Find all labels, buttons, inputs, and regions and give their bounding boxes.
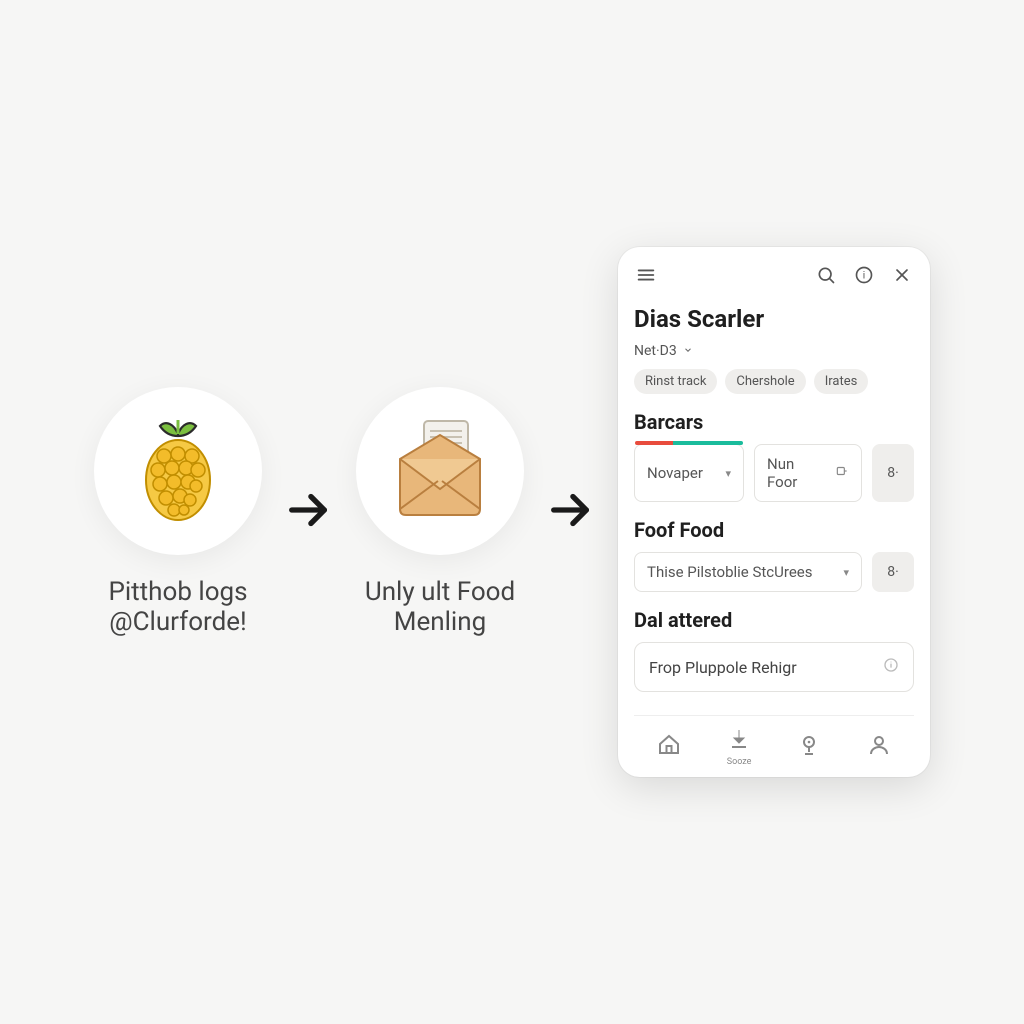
arrow-2-icon bbox=[548, 487, 594, 537]
menu-icon[interactable] bbox=[634, 263, 658, 287]
chip-row: Rinst track Chershole Irates bbox=[634, 369, 914, 394]
step-2-icon-circle bbox=[356, 387, 524, 555]
step-1-icon-circle bbox=[94, 387, 262, 555]
screen-title: Dias Scarler bbox=[634, 305, 914, 333]
net-dropdown-label: Net·D3 bbox=[634, 343, 677, 359]
step-1-caption: Pitthob logs @Clurforde! bbox=[108, 577, 247, 637]
info-icon bbox=[883, 657, 899, 677]
step-2-caption-line1: Unly ult Food bbox=[365, 577, 515, 607]
app-screen: i Dias Scarler Net·D3 Rinst track Chersh… bbox=[618, 247, 930, 777]
section-dal-title: Dal attered bbox=[634, 608, 914, 632]
step-1: Pitthob logs @Clurforde! bbox=[94, 387, 262, 637]
svg-text:i: i bbox=[863, 270, 865, 281]
home-icon bbox=[657, 733, 681, 761]
search-icon[interactable] bbox=[814, 263, 838, 287]
bottom-nav: Sooze bbox=[634, 715, 914, 777]
dal-list-item[interactable]: Frop Pluppole Rehigr bbox=[634, 642, 914, 692]
novaper-select[interactable]: Novaper ▾ bbox=[634, 444, 744, 502]
barcars-square-label: 8 bbox=[887, 465, 895, 481]
help-icon[interactable]: i bbox=[852, 263, 876, 287]
chip-chershole[interactable]: Chershole bbox=[725, 369, 805, 394]
net-dropdown[interactable]: Net·D3 bbox=[634, 343, 914, 359]
nav-download-label: Sooze bbox=[727, 757, 752, 767]
food-select[interactable]: Thise Pilstoblie StcUrees ▾ bbox=[634, 552, 862, 592]
envelope-document-icon bbox=[380, 409, 500, 533]
step-2: Unly ult Food Menling bbox=[356, 387, 524, 637]
barcars-square-button[interactable]: 8· bbox=[872, 444, 914, 502]
food-select-label: Thise Pilstoblie StcUrees bbox=[647, 563, 812, 581]
dal-list-item-label: Frop Pluppole Rehigr bbox=[649, 658, 797, 677]
section-barcars-title: Barcars bbox=[634, 410, 914, 434]
trophy-icon bbox=[797, 733, 821, 761]
section-food-title: Foof Food bbox=[634, 518, 914, 542]
chevron-down-icon: ▾ bbox=[843, 566, 849, 579]
download-icon bbox=[727, 727, 751, 755]
nav-download[interactable]: Sooze bbox=[727, 727, 752, 767]
nav-trophy[interactable] bbox=[797, 733, 821, 761]
app-top-bar: i bbox=[634, 263, 914, 287]
raspberry-icon bbox=[130, 414, 226, 528]
nun-foor-select[interactable]: Nun Foor bbox=[754, 444, 862, 502]
arrow-1-icon bbox=[286, 487, 332, 537]
nav-profile[interactable] bbox=[867, 733, 891, 761]
food-square-label: 8 bbox=[887, 564, 895, 580]
chevron-down-icon: ▾ bbox=[725, 467, 731, 480]
chevron-down-icon bbox=[683, 343, 693, 359]
person-icon bbox=[867, 733, 891, 761]
food-square-button[interactable]: 8· bbox=[872, 552, 914, 592]
step-1-caption-line1: Pitthob logs bbox=[108, 577, 247, 607]
step-2-caption-line2: Menling bbox=[365, 607, 515, 637]
close-icon[interactable] bbox=[890, 263, 914, 287]
nav-home[interactable] bbox=[657, 733, 681, 761]
novaper-select-label: Novaper bbox=[647, 464, 703, 482]
nun-foor-select-label: Nun Foor bbox=[767, 455, 827, 491]
chip-irates[interactable]: Irates bbox=[814, 369, 869, 394]
chip-rinst-track[interactable]: Rinst track bbox=[634, 369, 717, 394]
tag-icon bbox=[835, 464, 849, 482]
step-2-caption: Unly ult Food Menling bbox=[365, 577, 515, 637]
step-1-caption-line2: @Clurforde! bbox=[108, 607, 247, 637]
